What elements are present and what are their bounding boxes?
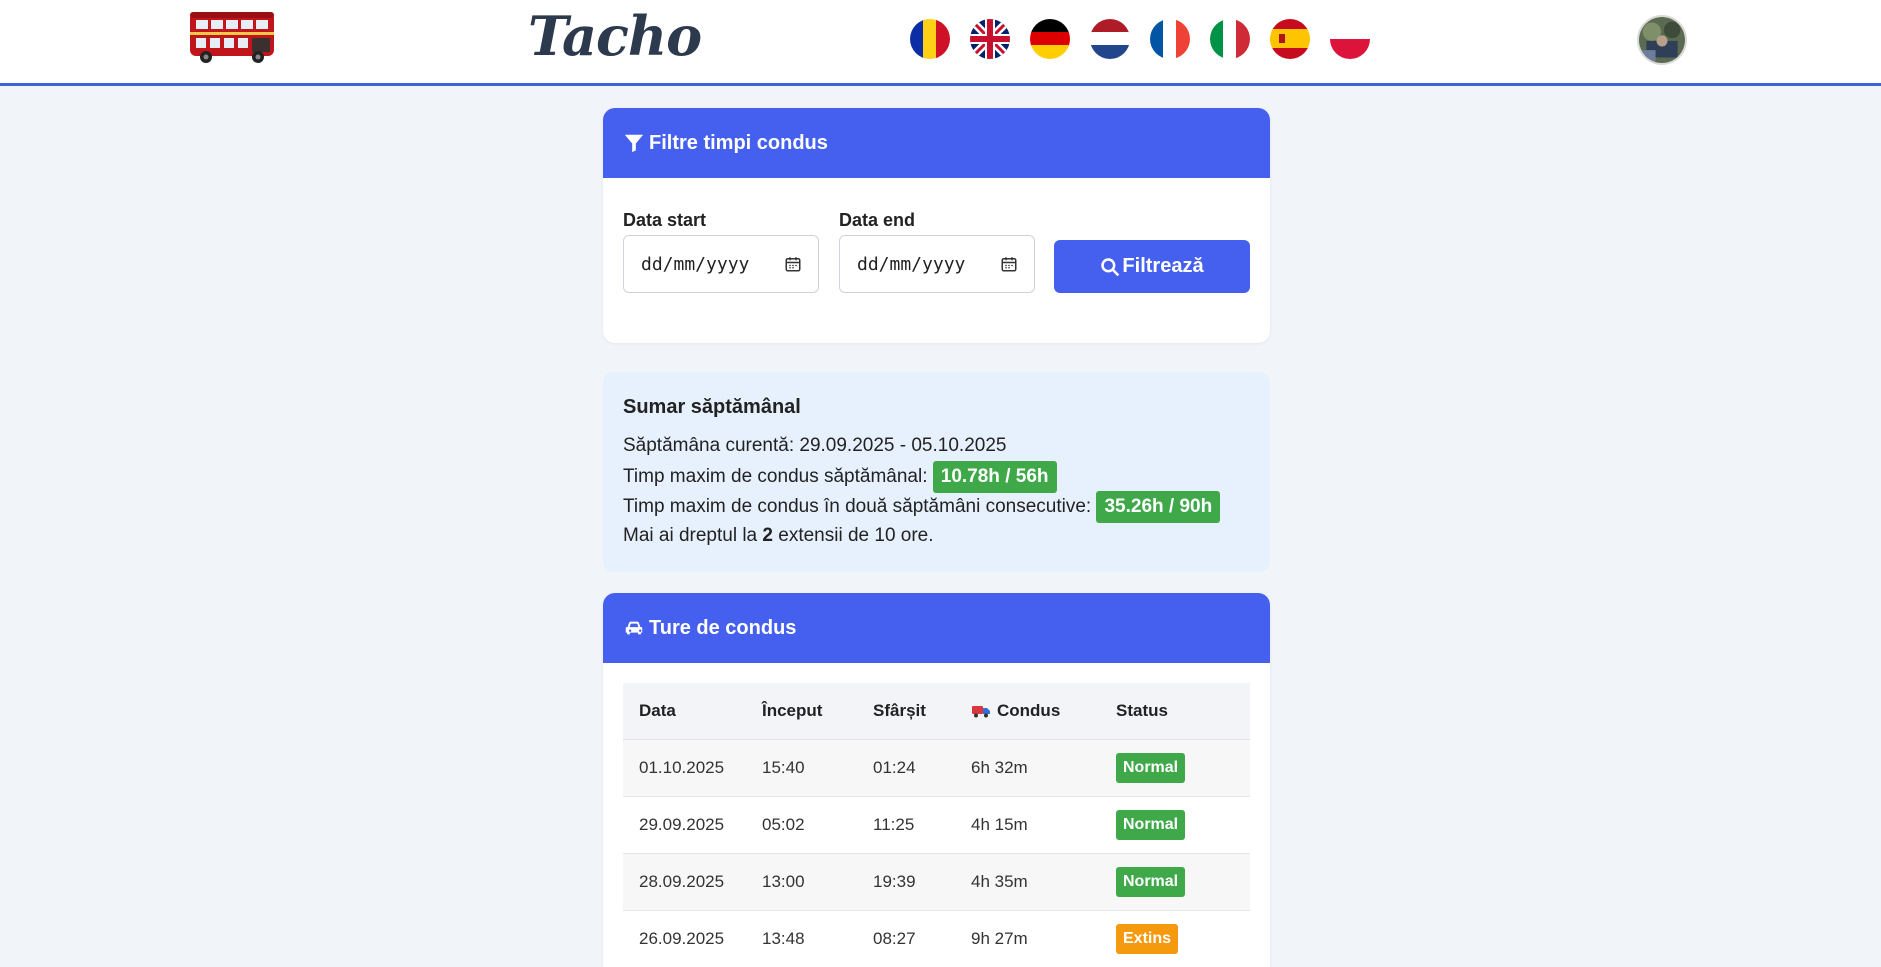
status-badge: Normal — [1116, 810, 1186, 840]
col-header-driven-label: Condus — [997, 701, 1061, 720]
cell-end: 08:27 — [873, 929, 916, 948]
cell-start: 13:48 — [762, 929, 805, 948]
end-date-input[interactable]: dd/mm/yyyy — [839, 235, 1035, 293]
top-navbar: Tacho — [0, 0, 1881, 86]
cell-status: Extins — [1116, 924, 1250, 954]
funnel-icon — [624, 134, 644, 153]
col-header-status: Status — [1116, 701, 1168, 720]
cell-date: 28.09.2025 — [639, 872, 725, 891]
summary-title: Sumar săptămânal — [623, 396, 801, 418]
cell-status: Normal — [1116, 810, 1250, 840]
italy-flag-icon[interactable] — [1210, 19, 1250, 59]
cell-start: 05:02 — [762, 815, 805, 834]
weekly-max-badge: 10.78h / 56h — [932, 461, 1057, 493]
filter-button-label: Filtrează — [1122, 255, 1204, 277]
filters-title: Filtre timpi condus — [649, 131, 828, 154]
weekly-max-label: Timp maxim de condus săptămânal: — [623, 466, 928, 488]
biweekly-max-label: Timp maxim de condus în două săptămâni c… — [623, 496, 1092, 518]
col-header-date: Data — [639, 701, 676, 720]
col-header-end: Sfârșit — [873, 701, 926, 720]
status-badge: Extins — [1116, 924, 1179, 954]
user-avatar[interactable] — [1637, 15, 1687, 65]
uk-flag-icon[interactable] — [970, 19, 1010, 59]
car-icon — [625, 621, 643, 635]
table-row: 29.09.2025 05:02 11:25 4h 15m Normal — [623, 797, 1250, 854]
end-date-label: Data end — [839, 210, 916, 230]
bus-logo-icon[interactable] — [186, 6, 280, 66]
biweekly-max-line: Timp maxim de condus în două săptămâni c… — [623, 491, 1250, 523]
cell-start: 13:00 — [762, 872, 805, 891]
cell-driven: 4h 15m — [971, 815, 1028, 834]
cell-date: 01.10.2025 — [639, 758, 725, 777]
start-date-placeholder: dd/mm/yyyy — [641, 253, 750, 275]
status-badge: Normal — [1116, 753, 1186, 783]
driving-shifts-card: Ture de condus Data Început Sfârșit Cond… — [603, 593, 1270, 967]
cell-end: 11:25 — [873, 815, 915, 834]
extensions-count: 2 — [762, 525, 773, 546]
brand-title[interactable]: Tacho — [528, 4, 702, 68]
shifts-title: Ture de condus — [649, 616, 797, 639]
biweekly-max-badge: 35.26h / 90h — [1096, 491, 1221, 523]
extensions-prefix: Mai ai dreptul la — [623, 525, 758, 546]
table-row: 28.09.2025 13:00 19:39 4h 35m Normal — [623, 854, 1250, 911]
filter-button[interactable]: Filtrează — [1054, 240, 1250, 293]
calendar-icon[interactable] — [1000, 255, 1018, 273]
shifts-card-header: Ture de condus — [603, 593, 1270, 663]
romania-flag-icon[interactable] — [910, 19, 950, 59]
search-icon — [1101, 257, 1120, 276]
extensions-suffix: extensii de 10 ore. — [778, 525, 934, 546]
start-date-label: Data start — [623, 210, 707, 230]
cell-status: Normal — [1116, 753, 1250, 783]
cell-date: 29.09.2025 — [639, 815, 725, 834]
filters-card-header: Filtre timpi condus — [603, 108, 1270, 178]
cell-status: Normal — [1116, 867, 1250, 897]
col-header-driven: Condus — [971, 701, 1116, 721]
col-header-start: Început — [762, 701, 823, 720]
cell-start: 15:40 — [762, 758, 805, 777]
calendar-icon[interactable] — [784, 255, 802, 273]
weekly-max-line: Timp maxim de condus săptămânal: 10.78h … — [623, 461, 1250, 493]
table-row: 26.09.2025 13:48 08:27 9h 27m Extins — [623, 911, 1250, 967]
table-header-row: Data Început Sfârșit Condus Status — [623, 683, 1250, 740]
truck-icon — [972, 706, 990, 718]
poland-flag-icon[interactable] — [1330, 19, 1370, 59]
language-switcher — [910, 19, 1370, 59]
cell-end: 01:24 — [873, 758, 916, 777]
cell-date: 26.09.2025 — [639, 929, 725, 948]
cell-end: 19:39 — [873, 872, 916, 891]
end-date-placeholder: dd/mm/yyyy — [857, 253, 966, 275]
weekly-summary-panel: Sumar săptămânal Săptămâna curentă: 29.0… — [603, 372, 1270, 572]
table-row: 01.10.2025 15:40 01:24 6h 32m Normal — [623, 740, 1250, 797]
cell-driven: 6h 32m — [971, 758, 1028, 777]
status-badge: Normal — [1116, 867, 1186, 897]
shifts-table: Data Început Sfârșit Condus Status 01.10… — [623, 683, 1250, 967]
netherlands-flag-icon[interactable] — [1090, 19, 1130, 59]
current-week-line: Săptămâna curentă: 29.09.2025 - 05.10.20… — [623, 435, 1007, 456]
filters-card: Filtre timpi condus Data start dd/mm/yyy… — [603, 108, 1270, 343]
start-date-input[interactable]: dd/mm/yyyy — [623, 235, 819, 293]
cell-driven: 4h 35m — [971, 872, 1028, 891]
germany-flag-icon[interactable] — [1030, 19, 1070, 59]
cell-driven: 9h 27m — [971, 929, 1028, 948]
extensions-line: Mai ai dreptul la 2 extensii de 10 ore. — [623, 521, 1250, 551]
spain-flag-icon[interactable] — [1270, 19, 1310, 59]
france-flag-icon[interactable] — [1150, 19, 1190, 59]
